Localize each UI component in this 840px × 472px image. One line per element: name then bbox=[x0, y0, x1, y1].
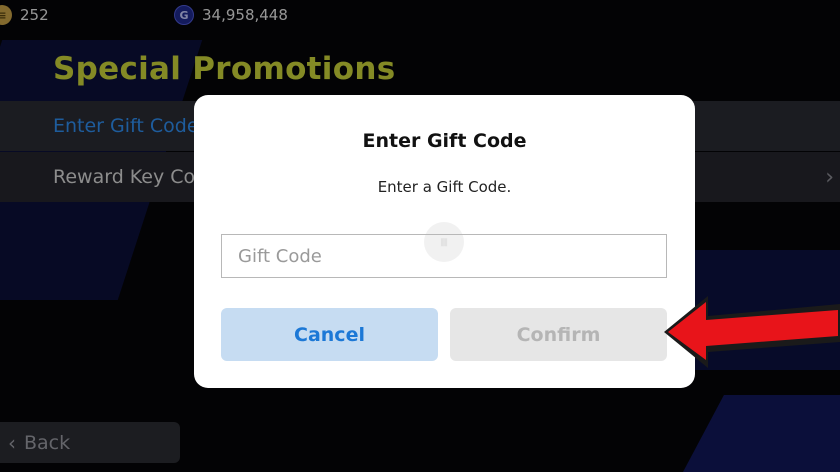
cancel-button[interactable]: Cancel bbox=[221, 308, 438, 361]
dialog-title: Enter Gift Code bbox=[362, 130, 527, 152]
red-arrow-icon bbox=[664, 296, 840, 368]
confirm-button[interactable]: Confirm bbox=[450, 308, 667, 361]
gift-code-input[interactable] bbox=[221, 234, 667, 278]
dialog-subtitle: Enter a Gift Code. bbox=[377, 178, 512, 196]
